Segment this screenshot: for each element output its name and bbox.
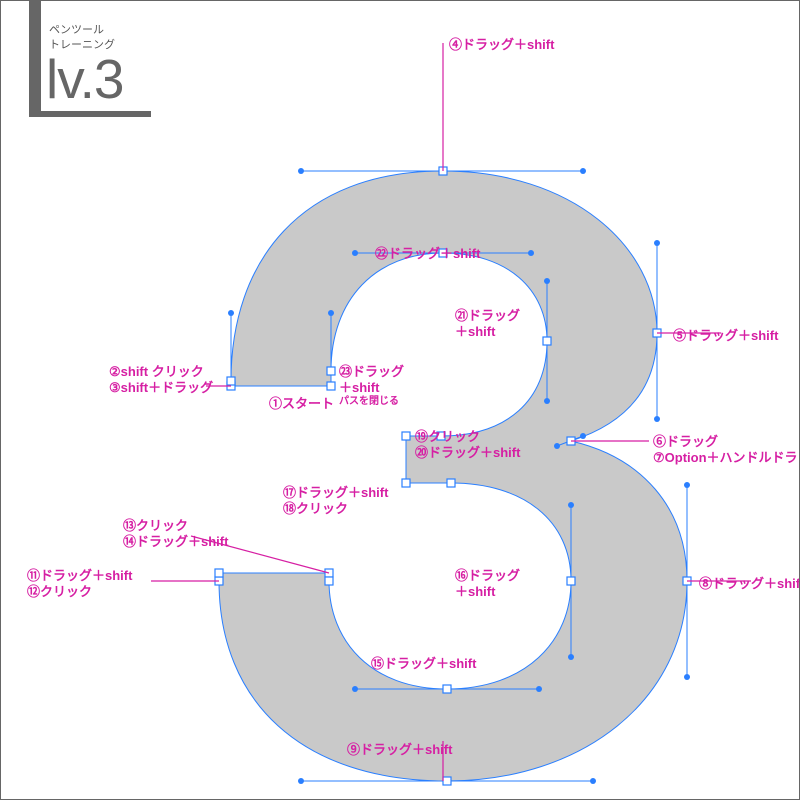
label-7: ⑦Option＋ハンドルドラッグ xyxy=(653,449,800,467)
diagram-frame: ペンツール トレーニング lv.3 xyxy=(0,0,800,800)
label-16a: ⑯ドラッグ xyxy=(455,567,520,585)
label-1: ①スタート xyxy=(269,395,334,413)
label-15: ⑮ドラッグ＋shift xyxy=(371,655,476,673)
label-2: ②shift クリック xyxy=(109,363,204,381)
label-9: ⑨ドラッグ＋shift xyxy=(347,741,452,759)
label-21a: ㉑ドラッグ xyxy=(455,307,520,325)
label-16b: ＋shift xyxy=(455,583,495,601)
label-21b: ＋shift xyxy=(455,323,495,341)
label-22: ㉒ドラッグ＋shift xyxy=(375,245,480,263)
label-11: ⑪ドラッグ＋shift xyxy=(27,567,132,585)
label-5: ⑤ドラッグ＋shift xyxy=(673,327,778,345)
label-4: ④ドラッグ＋shift xyxy=(449,36,554,54)
label-14: ⑭ドラッグ＋shift xyxy=(123,533,228,551)
label-8: ⑧ドラッグ＋shift xyxy=(699,575,800,593)
label-6: ⑥ドラッグ xyxy=(653,433,718,451)
label-23a: ㉓ドラッグ xyxy=(339,363,404,381)
label-17: ⑰ドラッグ＋shift xyxy=(283,484,388,502)
vector-canvas xyxy=(1,1,800,800)
label-18: ⑱クリック xyxy=(283,500,348,518)
label-12: ⑫クリック xyxy=(27,583,92,601)
label-23c: パスを閉じる xyxy=(339,395,399,409)
label-13: ⑬クリック xyxy=(123,517,188,535)
label-19: ⑲クリック xyxy=(415,428,480,446)
label-23b: ＋shift xyxy=(339,379,379,397)
label-20: ⑳ドラッグ＋shift xyxy=(415,444,520,462)
label-3: ③shift＋ドラッグ xyxy=(109,379,213,397)
